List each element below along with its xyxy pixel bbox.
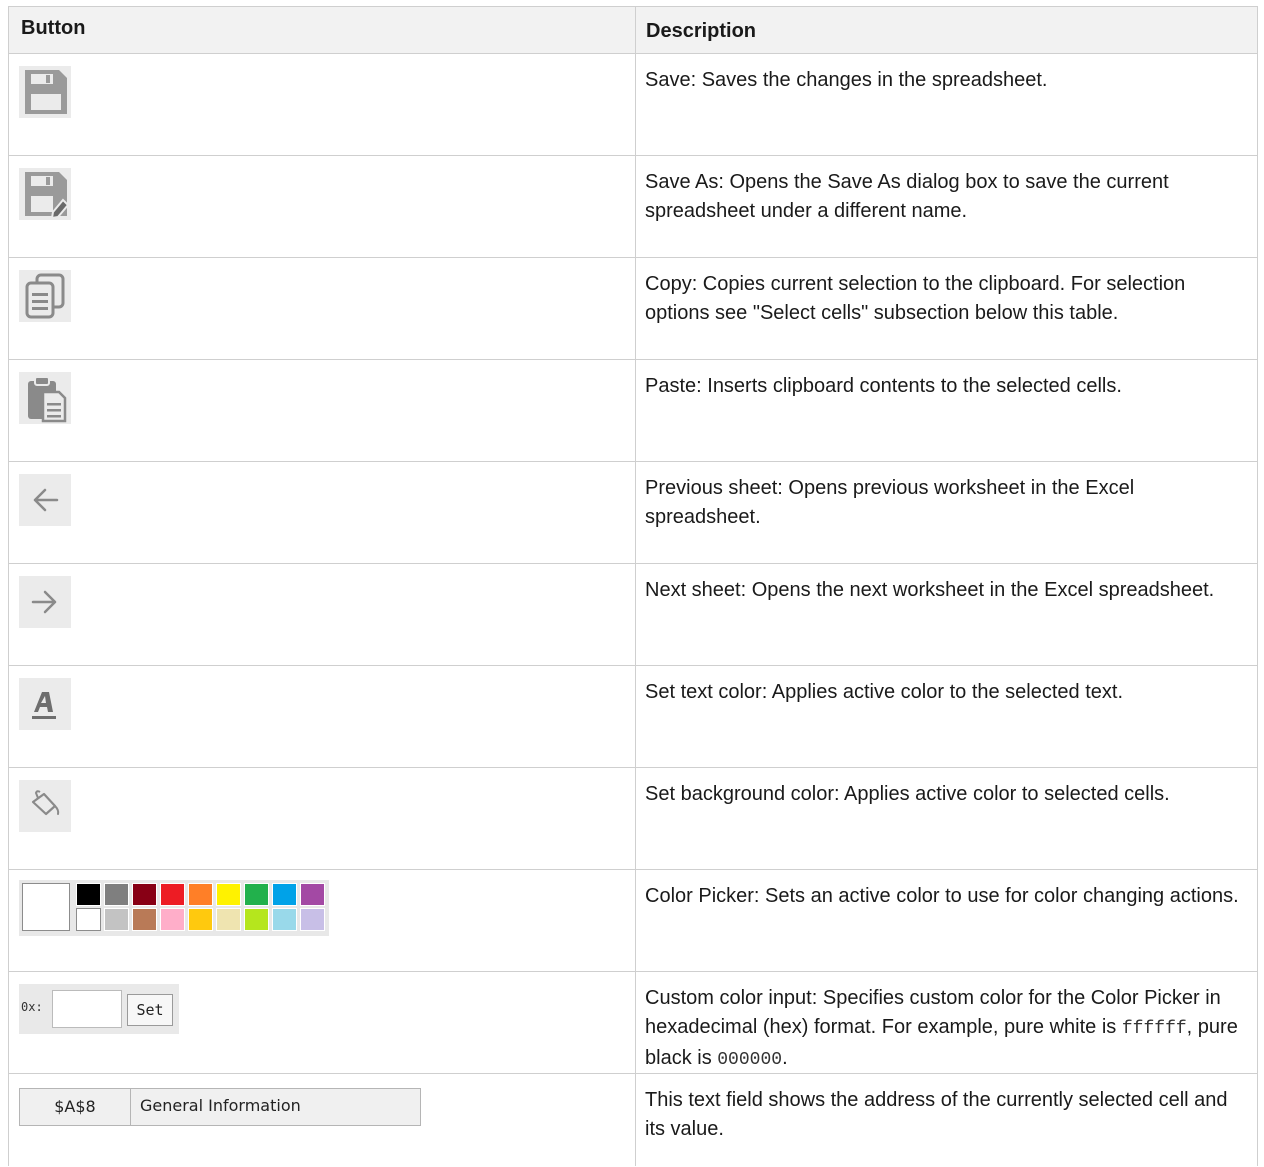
color-swatch[interactable]: [104, 908, 129, 931]
row-description: Save: Saves the changes in the spreadshe…: [645, 69, 1048, 91]
active-color-swatch: [22, 883, 70, 931]
table-row: Next sheet: Opens the next worksheet in …: [9, 564, 1257, 666]
code-white: ffffff: [1121, 1019, 1187, 1039]
color-swatch[interactable]: [132, 908, 157, 931]
table-row: Previous sheet: Opens previous worksheet…: [9, 462, 1257, 564]
hex-prefix-label: 0x:: [21, 1000, 43, 1014]
color-swatch[interactable]: [244, 908, 269, 931]
color-swatch[interactable]: [300, 908, 325, 931]
color-swatch[interactable]: [160, 883, 185, 906]
table-row: Save: Saves the changes in the spreadshe…: [9, 54, 1257, 156]
header-description: Description: [646, 20, 757, 42]
color-swatch[interactable]: [244, 883, 269, 906]
paint-bucket-icon: [19, 780, 71, 832]
color-picker[interactable]: [19, 880, 329, 936]
row-description: Color Picker: Sets an active color to us…: [645, 885, 1239, 907]
arrow-right-icon: [19, 576, 71, 628]
color-swatch[interactable]: [272, 883, 297, 906]
row-description: Copy: Copies current selection to the cl…: [645, 273, 1186, 324]
paste-icon: [19, 372, 71, 424]
color-swatch[interactable]: [76, 908, 101, 931]
cell-address-field: $A$8 General Information: [19, 1088, 421, 1126]
table-row: Set text color: Applies active color to …: [9, 666, 1257, 768]
row-description: Custom color input: Specifies custom col…: [645, 987, 1238, 1070]
cell-address: $A$8: [20, 1089, 131, 1125]
color-swatch[interactable]: [160, 908, 185, 931]
color-swatch[interactable]: [216, 908, 241, 931]
table-row: Paste: Inserts clipboard contents to the…: [9, 360, 1257, 462]
save-as-icon: [19, 168, 71, 220]
row-description: Set background color: Applies active col…: [645, 783, 1170, 805]
row-description: Next sheet: Opens the next worksheet in …: [645, 579, 1215, 601]
table-row: Color Picker: Sets an active color to us…: [9, 870, 1257, 972]
table-row: Set background color: Applies active col…: [9, 768, 1257, 870]
text-color-icon: [19, 678, 71, 730]
table-row: Save As: Opens the Save As dialog box to…: [9, 156, 1257, 258]
table-header: Button Description: [9, 7, 1257, 54]
color-swatch[interactable]: [104, 883, 129, 906]
row-description: Save As: Opens the Save As dialog box to…: [645, 171, 1169, 222]
cell-value: General Information: [140, 1096, 301, 1115]
header-button: Button: [9, 7, 636, 53]
button-description-table: Button Description Save: Saves the chang…: [8, 6, 1258, 1166]
row-description: Paste: Inserts clipboard contents to the…: [645, 375, 1122, 397]
color-swatch[interactable]: [216, 883, 241, 906]
code-black: 000000: [717, 1050, 783, 1070]
row-description: This text field shows the address of the…: [645, 1089, 1228, 1140]
row-description: Set text color: Applies active color to …: [645, 681, 1124, 703]
color-swatch[interactable]: [76, 883, 101, 906]
color-swatch[interactable]: [300, 883, 325, 906]
color-swatch[interactable]: [132, 883, 157, 906]
table-row: Copy: Copies current selection to the cl…: [9, 258, 1257, 360]
arrow-left-icon: [19, 474, 71, 526]
copy-icon: [19, 270, 71, 322]
color-swatch[interactable]: [188, 883, 213, 906]
row-description: Previous sheet: Opens previous worksheet…: [645, 477, 1135, 528]
hex-color-field[interactable]: [52, 990, 122, 1028]
color-swatch[interactable]: [272, 908, 297, 931]
custom-color-input: 0x: Set: [19, 984, 179, 1034]
table-row: 0x: Set Custom color input: Specifies cu…: [9, 972, 1257, 1074]
color-swatch[interactable]: [188, 908, 213, 931]
table-row: $A$8 General Information This text field…: [9, 1074, 1257, 1166]
save-icon: [19, 66, 71, 118]
set-color-button[interactable]: Set: [127, 994, 173, 1026]
